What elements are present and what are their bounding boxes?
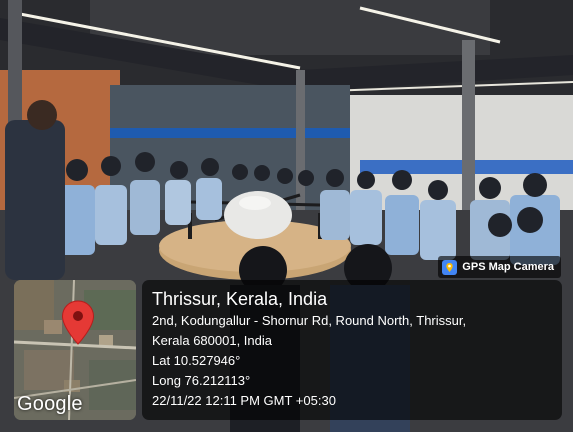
- google-logo: Google: [17, 393, 83, 415]
- latitude: Lat 10.527946°: [152, 353, 241, 368]
- address-line-1: 2nd, Kodungallur - Shornur Rd, Round Nor…: [152, 313, 467, 328]
- longitude: Long 76.212113°: [152, 373, 251, 388]
- badge-label: GPS Map Camera: [462, 261, 554, 273]
- map-thumbnail: Google: [14, 280, 136, 420]
- address-line-2: Kerala 680001, India: [152, 333, 272, 348]
- location-pin-icon: [61, 300, 95, 346]
- map-camera-icon: [442, 259, 458, 275]
- gps-map-camera-badge: GPS Map Camera: [438, 256, 561, 278]
- location-title: Thrissur, Kerala, India: [152, 289, 328, 309]
- location-info-panel: Thrissur, Kerala, India 2nd, Kodungallur…: [142, 280, 562, 420]
- timestamp: 22/11/22 12:11 PM GMT +05:30: [152, 393, 336, 408]
